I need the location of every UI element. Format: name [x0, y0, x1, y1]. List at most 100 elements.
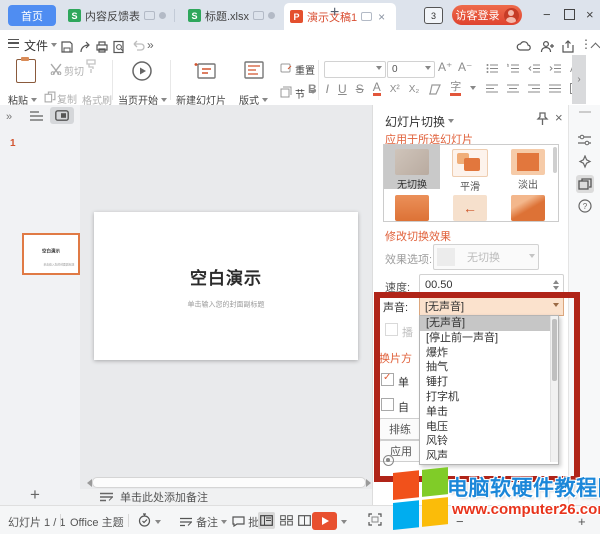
increase-indent-icon[interactable] [549, 63, 562, 74]
numbered-list-icon[interactable] [507, 63, 520, 74]
dropdown-scrollbar[interactable] [550, 316, 558, 462]
sound-option[interactable]: [无声音] [420, 316, 558, 331]
text-effect-caret[interactable] [470, 86, 476, 93]
clear-format-icon[interactable] [428, 84, 441, 95]
normal-view-button[interactable] [258, 512, 275, 529]
tab-content-feedback[interactable]: S 内容反馈表 [62, 3, 174, 28]
subscript-button[interactable]: X₂ [409, 84, 420, 95]
close-window-button[interactable]: × [586, 7, 594, 22]
copy-button[interactable]: 复制 [44, 91, 56, 103]
sound-option[interactable]: 爆炸 [420, 346, 558, 361]
transition-cut[interactable]: 切出 [384, 191, 440, 222]
align-right-icon[interactable] [528, 83, 541, 94]
ribbon-expand-strip[interactable]: › [572, 55, 586, 104]
font-color-button[interactable]: A [373, 82, 381, 96]
slide-thumbnail[interactable]: 空白演示 单击输入您的封面副标题 [22, 233, 80, 275]
slides-view-icon[interactable] [50, 107, 74, 124]
loop-sound-checkbox[interactable]: 播 [385, 323, 413, 340]
spellcheck-icon[interactable] [138, 513, 151, 527]
notes-bar[interactable]: 单击此处添加备注 [80, 489, 392, 505]
file-menu[interactable]: 文件 [24, 37, 57, 54]
print-icon[interactable] [95, 40, 109, 54]
play-options-caret[interactable] [341, 520, 347, 527]
sound-option[interactable]: 抽气 [420, 360, 558, 375]
more-quick-actions[interactable]: » [147, 38, 154, 52]
italic-button[interactable]: I [326, 82, 329, 96]
rehearse-button[interactable]: 排练 [379, 418, 421, 440]
justify-icon[interactable] [549, 83, 562, 94]
guest-login-button[interactable]: 访客登录 [452, 5, 522, 25]
maximize-button[interactable] [564, 8, 575, 23]
horizontal-scrollbar[interactable] [92, 477, 366, 488]
print-preview-icon[interactable] [112, 40, 126, 54]
transition-wipe[interactable]: ← 擦除 [442, 191, 498, 222]
slide-canvas[interactable]: 空白演示 单击输入您的封面副标题 [94, 212, 358, 360]
cloud-sync-icon[interactable] [516, 40, 532, 52]
export-pdf-icon[interactable] [78, 40, 92, 54]
sound-option[interactable]: 锤打 [420, 375, 558, 390]
sound-option[interactable]: 单击 [420, 405, 558, 420]
reading-view-button[interactable] [296, 512, 313, 529]
scroll-left-arrow[interactable] [83, 479, 92, 487]
collapse-ribbon-icon[interactable] [592, 42, 599, 54]
transition-shape[interactable]: 形状 [500, 191, 556, 222]
strikethrough-button[interactable]: S [356, 82, 364, 96]
close-panel-icon[interactable]: × [555, 110, 563, 125]
gallery-scrollbar[interactable] [553, 147, 557, 173]
share-icon[interactable] [561, 40, 575, 53]
layout-button[interactable]: 版式 [236, 55, 272, 79]
font-size-combo[interactable]: 0 [387, 61, 435, 78]
kebab-menu-icon[interactable]: ⋮ [580, 37, 592, 51]
outline-view-icon[interactable] [30, 110, 44, 122]
minimize-button[interactable]: − [543, 7, 551, 22]
spellcheck-caret[interactable] [155, 520, 161, 527]
transition-pane-icon[interactable] [576, 175, 594, 193]
save-icon[interactable] [60, 40, 74, 54]
sound-option[interactable]: 风铃 [420, 434, 558, 449]
sound-option[interactable]: 风声 [420, 449, 558, 464]
pin-panel-icon[interactable] [536, 112, 549, 126]
slide-title[interactable]: 空白演示 [94, 264, 358, 289]
help-icon[interactable]: ? [576, 197, 594, 215]
smart-beautify-icon[interactable] [576, 153, 594, 171]
home-tab[interactable]: 首页 [8, 5, 56, 26]
transition-none[interactable]: 无切换 [384, 145, 440, 189]
sound-option[interactable]: 打字机 [420, 390, 558, 405]
sound-combo[interactable]: [无声音] [419, 296, 564, 316]
new-tab-button[interactable]: + [330, 4, 339, 22]
object-properties-icon[interactable] [576, 131, 594, 149]
hamburger-icon[interactable] [8, 39, 19, 48]
add-slide-button[interactable]: + [30, 485, 40, 505]
decrease-font-icon[interactable]: A⁻ [458, 60, 472, 74]
sound-option[interactable]: [停止前一声音] [420, 331, 558, 346]
editing-canvas[interactable]: 空白演示 单击输入您的封面副标题 单击此处添加备注 [80, 105, 372, 505]
transition-smooth[interactable]: 平滑 [442, 145, 498, 189]
speed-spinner[interactable] [553, 277, 559, 293]
fit-slide-icon[interactable] [368, 513, 382, 526]
section-button[interactable]: 节 [280, 86, 292, 98]
theme-name[interactable]: Office 主题 [70, 514, 124, 530]
slideshow-play-button[interactable] [312, 512, 337, 530]
tab-title-xlsx[interactable]: S 标题.xlsx [182, 3, 286, 28]
rail-handle[interactable] [579, 111, 591, 113]
slideshow-radio[interactable] [383, 455, 394, 466]
decrease-indent-icon[interactable] [528, 63, 541, 74]
text-effect-button[interactable]: 字 [450, 82, 461, 96]
slide-subtitle[interactable]: 单击输入您的封面副标题 [134, 298, 319, 309]
font-name-combo[interactable] [324, 61, 386, 78]
reset-button[interactable]: 重置 [280, 62, 292, 74]
align-center-icon[interactable] [507, 83, 520, 94]
slide-sorter-view-button[interactable] [278, 512, 295, 529]
close-tab-icon[interactable]: × [378, 10, 385, 24]
align-left-icon[interactable] [486, 83, 499, 94]
underline-button[interactable]: U [338, 82, 347, 96]
expand-panel-icon[interactable]: » [6, 111, 12, 123]
bold-button[interactable]: B [308, 82, 317, 96]
notes-toggle[interactable]: 备注 [180, 514, 227, 530]
superscript-button[interactable]: X² [390, 84, 400, 95]
increase-font-icon[interactable]: A⁺ [438, 60, 452, 74]
on-click-checkbox[interactable]: 单 [381, 373, 409, 390]
transition-fade[interactable]: 淡出 [500, 145, 556, 189]
cut-button[interactable]: 剪切 [50, 63, 62, 75]
new-slide-button[interactable]: 新建幻灯片 [176, 55, 234, 81]
